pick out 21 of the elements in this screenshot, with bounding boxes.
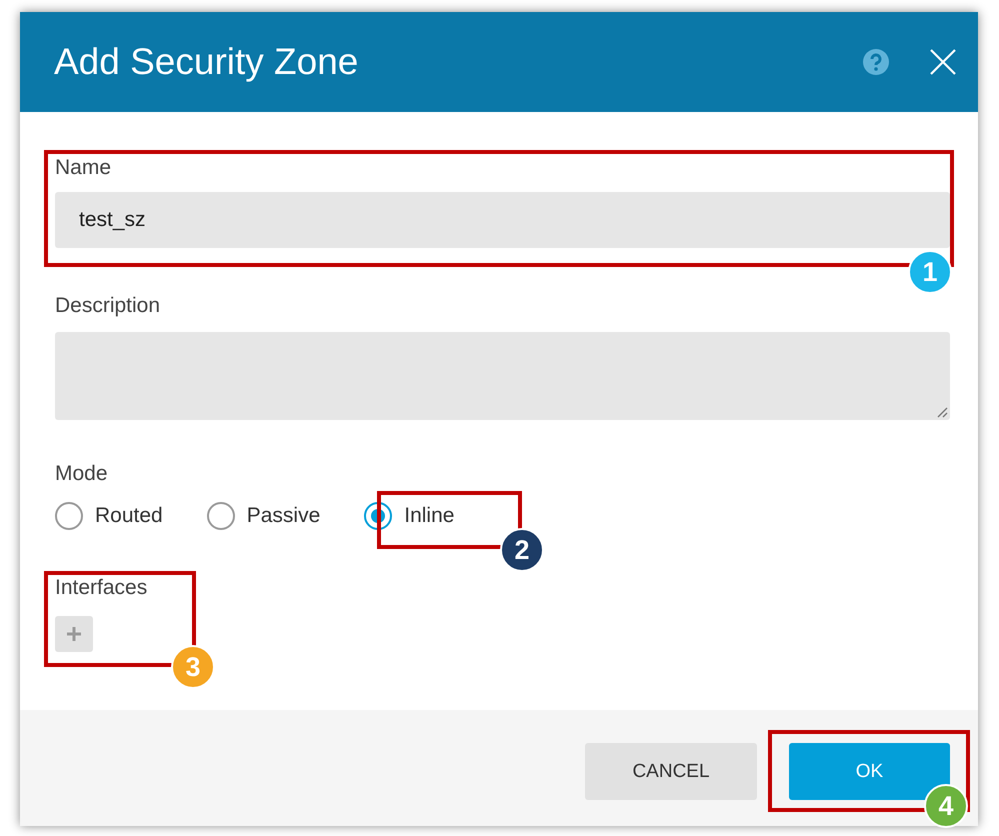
radio-label: Inline: [404, 504, 454, 528]
field-label: Name: [55, 156, 112, 180]
field-label: Mode: [55, 462, 109, 486]
plus-icon: [66, 626, 82, 642]
description-field[interactable]: [55, 332, 950, 420]
add-button[interactable]: [55, 616, 93, 652]
dialog-title: Add Security Zone: [54, 41, 360, 83]
step-badge: 1: [908, 250, 952, 294]
name-field[interactable]: test_sz: [55, 192, 950, 248]
step-badge: 3: [171, 645, 215, 689]
radio-button[interactable]: [55, 502, 83, 530]
field-label: Interfaces: [55, 576, 148, 600]
resize-grip-icon[interactable]: [936, 406, 948, 418]
cancel-button[interactable]: CANCEL: [585, 743, 757, 800]
help-icon[interactable]: [862, 48, 890, 76]
field-label: Description: [55, 294, 162, 318]
radio-label: Routed: [95, 504, 163, 528]
radio-button[interactable]: [206, 502, 235, 530]
radio-label: Passive: [246, 504, 320, 528]
close-icon[interactable]: [930, 49, 956, 75]
step-badge: 2: [500, 528, 544, 572]
